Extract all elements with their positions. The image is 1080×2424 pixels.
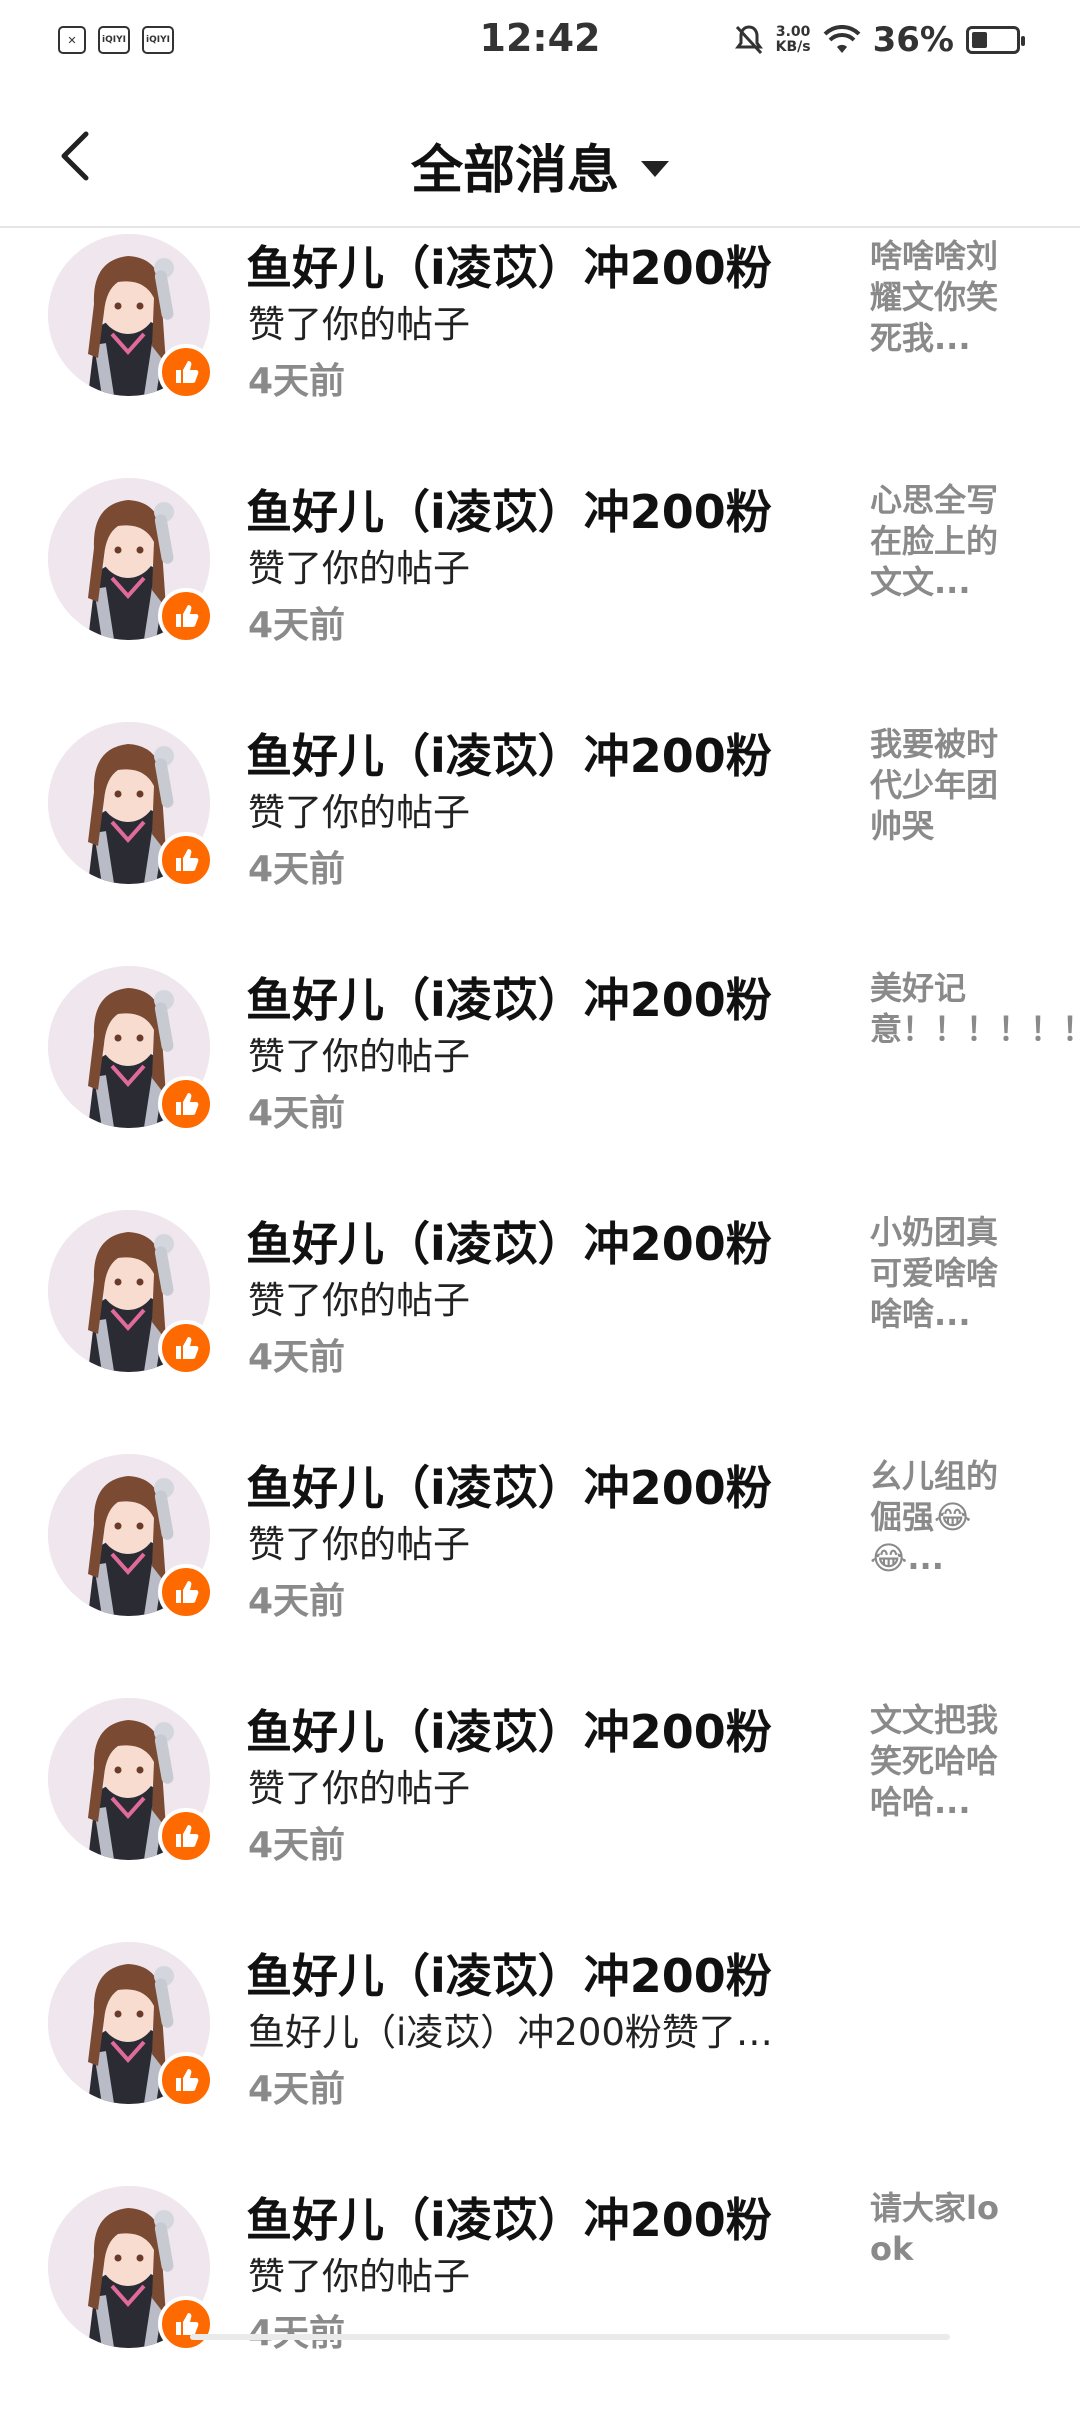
like-badge-icon <box>158 344 214 400</box>
post-preview[interactable]: 幺儿组的倔强😂😂... <box>870 1456 1020 1579</box>
status-bar: ✕ iQIYI iQIYI 12:42 3.00 KB/s 36% <box>0 0 1080 84</box>
caret-down-icon <box>641 160 669 177</box>
post-preview[interactable]: 啥啥啥刘耀文你笑死我... <box>870 236 1020 359</box>
message-time: 4天前 <box>248 1825 346 1866</box>
sender-name[interactable]: 鱼好儿（i凌苡）冲200粉 <box>246 1208 772 1274</box>
message-action: 赞了你的帖子 <box>248 1279 470 1322</box>
message-action: 鱼好儿（i凌苡）冲200粉赞了… <box>248 2011 773 2054</box>
like-badge-icon <box>158 832 214 888</box>
network-speed-value: 3.00 <box>775 24 811 40</box>
like-badge-icon <box>158 1076 214 1132</box>
battery-percent: 36% <box>872 20 954 60</box>
message-item[interactable]: 鱼好儿（i凌苡）冲200粉 赞了你的帖子 4天前 心思全写在脸上的文文... <box>0 472 1080 716</box>
message-time: 4天前 <box>248 2069 346 2110</box>
message-time: 4天前 <box>248 1337 346 1378</box>
message-action: 赞了你的帖子 <box>248 791 470 834</box>
like-badge-icon <box>158 2296 214 2352</box>
message-item[interactable]: 鱼好儿（i凌苡）冲200粉 赞了你的帖子 4天前 美好记意！！！！！！... <box>0 960 1080 1204</box>
message-action: 赞了你的帖子 <box>248 1767 470 1810</box>
mute-bell-icon <box>734 25 763 55</box>
status-right-icons: 3.00 KB/s 36% <box>734 20 1025 60</box>
message-time: 4天前 <box>248 2304 345 2356</box>
battery-icon <box>966 26 1025 54</box>
sender-name[interactable]: 鱼好儿（i凌苡）冲200粉 <box>246 1696 772 1762</box>
like-badge-icon <box>158 2052 214 2108</box>
message-action: 赞了你的帖子 <box>248 1035 470 1078</box>
message-item[interactable]: 鱼好儿（i凌苡）冲200粉 鱼好儿（i凌苡）冲200粉赞了… 4天前 <box>0 1936 1080 2180</box>
sender-name[interactable]: 鱼好儿（i凌苡）冲200粉 <box>246 720 772 786</box>
like-badge-icon <box>158 1320 214 1376</box>
message-time: 4天前 <box>248 605 346 646</box>
message-item[interactable]: 鱼好儿（i凌苡）冲200粉 赞了你的帖子 4天前 请大家look <box>0 2180 1080 2424</box>
message-time: 4天前 <box>248 1093 346 1134</box>
post-preview[interactable]: 美好记意！！！！！！... <box>870 968 1080 1050</box>
post-preview[interactable]: 请大家look <box>870 2188 1020 2270</box>
post-preview[interactable]: 心思全写在脸上的文文... <box>870 480 1020 603</box>
message-action: 赞了你的帖子 <box>248 1523 470 1566</box>
message-item[interactable]: 鱼好儿（i凌苡）冲200粉 赞了你的帖子 4天前 文文把我笑死哈哈哈哈... <box>0 1692 1080 1936</box>
post-preview[interactable]: 小奶团真可爱啥啥啥啥... <box>870 1212 1020 1335</box>
sender-name[interactable]: 鱼好儿（i凌苡）冲200粉 <box>246 476 772 542</box>
message-item[interactable]: 鱼好儿（i凌苡）冲200粉 赞了你的帖子 4天前 幺儿组的倔强😂😂... <box>0 1448 1080 1692</box>
top-nav-bar: 全部消息 <box>0 84 1080 228</box>
message-item[interactable]: 鱼好儿（i凌苡）冲200粉 赞了你的帖子 4天前 我要被时代少年团帅哭 <box>0 716 1080 960</box>
post-preview[interactable]: 文文把我笑死哈哈哈哈... <box>870 1700 1020 1823</box>
like-badge-icon <box>158 1564 214 1620</box>
message-item[interactable]: 鱼好儿（i凌苡）冲200粉 赞了你的帖子 4天前 小奶团真可爱啥啥啥啥... <box>0 1204 1080 1448</box>
network-speed-unit: KB/s <box>775 39 811 55</box>
message-action: 赞了你的帖子 <box>248 303 470 346</box>
message-item[interactable]: 鱼好儿（i凌苡）冲200粉 赞了你的帖子 4天前 啥啥啥刘耀文你笑死我... <box>0 228 1080 472</box>
sender-name[interactable]: 鱼好儿（i凌苡）冲200粉 <box>246 1452 772 1518</box>
network-speed: 3.00 KB/s <box>776 25 811 55</box>
wifi-icon <box>823 25 861 53</box>
message-action: 赞了你的帖子 <box>248 547 470 590</box>
post-preview[interactable]: 我要被时代少年团帅哭 <box>870 724 1020 847</box>
sender-name[interactable]: 鱼好儿（i凌苡）冲200粉 <box>246 232 772 298</box>
page-title: 全部消息 <box>410 141 619 201</box>
message-time: 4天前 <box>248 849 346 890</box>
like-badge-icon <box>158 588 214 644</box>
message-list[interactable]: 鱼好儿（i凌苡）冲200粉 赞了你的帖子 4天前 啥啥啥刘耀文你笑死我... 鱼… <box>0 228 1080 2424</box>
message-time: 4天前 <box>248 361 346 402</box>
scroll-indicator <box>190 2334 950 2340</box>
sender-name[interactable]: 鱼好儿（i凌苡）冲200粉 <box>246 1940 772 2006</box>
battery-level <box>972 32 988 48</box>
message-filter-dropdown[interactable]: 全部消息 <box>0 128 1080 203</box>
like-badge-icon <box>158 1808 214 1864</box>
message-action: 赞了你的帖子 <box>248 2255 470 2298</box>
sender-name[interactable]: 鱼好儿（i凌苡）冲200粉 <box>246 964 772 1030</box>
sender-name[interactable]: 鱼好儿（i凌苡）冲200粉 <box>246 2184 772 2250</box>
message-time: 4天前 <box>248 1581 346 1622</box>
